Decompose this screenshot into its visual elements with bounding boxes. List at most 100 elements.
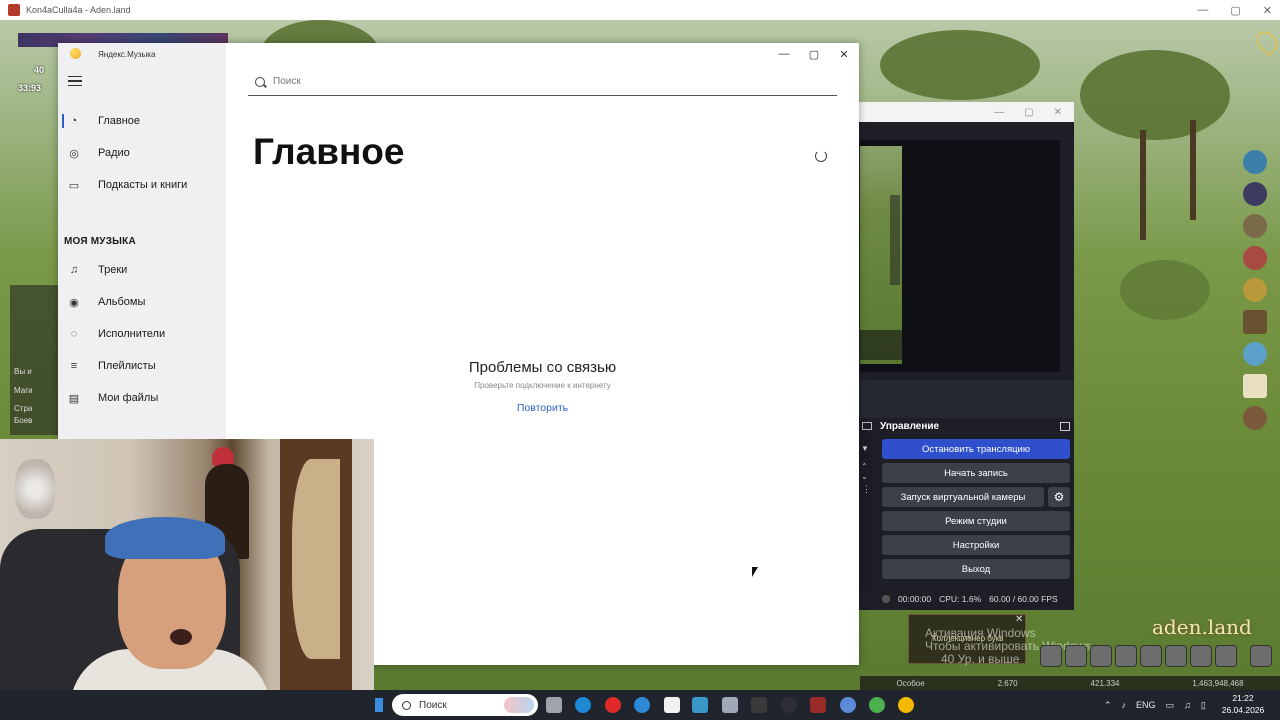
search-icon <box>255 76 265 87</box>
game-icon[interactable] <box>810 697 826 713</box>
close-icon[interactable]: ✕ <box>1015 614 1023 625</box>
gear-icon[interactable]: ⚙ <box>1048 487 1070 507</box>
skill-slot[interactable] <box>1140 645 1162 667</box>
obs-icon[interactable] <box>781 697 797 713</box>
task-view-icon[interactable] <box>546 697 562 713</box>
skill-slot[interactable] <box>1115 645 1137 667</box>
nav-item-podcasts[interactable]: ▭ Подкасты и книги <box>58 171 226 199</box>
app-icon[interactable] <box>722 697 738 713</box>
retry-link[interactable]: Повторить <box>58 402 859 414</box>
clock-time: 21:22 <box>1232 693 1254 703</box>
close-icon[interactable]: ✕ <box>829 43 859 65</box>
tree-trunk <box>1190 120 1196 220</box>
float-icon[interactable] <box>862 422 872 430</box>
game-status-bar: Особое 2.670 421.334 1,463,948,468 <box>860 676 1280 690</box>
skill-icon[interactable] <box>1243 150 1267 174</box>
record-dot-icon <box>882 595 890 603</box>
nav-item-tracks[interactable]: ♫ Треки <box>58 256 226 284</box>
scroll-icon[interactable] <box>1243 374 1267 398</box>
skill-icon[interactable] <box>1243 246 1267 270</box>
skill-slot[interactable] <box>1065 645 1087 667</box>
settings-button[interactable]: Настройки <box>882 535 1070 555</box>
tree-trunk <box>1140 130 1146 240</box>
start-button[interactable] <box>375 698 383 712</box>
game-launcher-icon[interactable] <box>751 697 767 713</box>
opera-icon[interactable] <box>605 697 621 713</box>
chevron-down-icon[interactable]: ▼ <box>861 444 869 453</box>
radio-icon: ◎ <box>69 147 79 160</box>
nav-item-main[interactable]: ◔ Главное <box>58 107 226 135</box>
taskbar-clock[interactable]: 21:22 26.04.2026 <box>1208 692 1278 716</box>
balloons-icon[interactable] <box>1243 342 1267 366</box>
nav-label: Альбомы <box>98 296 146 308</box>
skill-slot[interactable] <box>1040 645 1062 667</box>
chrome-icon[interactable] <box>869 697 885 713</box>
file-icon[interactable] <box>664 697 680 713</box>
system-tray: ⌃ ♪ ENG ▭ ♫ ▯ <box>1104 690 1206 720</box>
yandex-music-taskbar-icon[interactable] <box>898 697 914 713</box>
exit-button[interactable]: Выход <box>882 559 1070 579</box>
hamburger-menu-icon[interactable] <box>68 76 82 86</box>
nav-label: Исполнители <box>98 328 166 340</box>
close-icon[interactable]: ✕ <box>1263 4 1272 17</box>
maximize-icon[interactable]: ▢ <box>799 43 829 65</box>
refresh-icon[interactable] <box>815 150 827 162</box>
telegram-icon[interactable] <box>634 697 650 713</box>
battery-icon[interactable]: ▯ <box>1201 700 1206 711</box>
status-value: 2.670 <box>997 678 1018 688</box>
minimize-icon[interactable]: — <box>994 107 1004 118</box>
search-highlight-icon <box>504 697 534 713</box>
edge-icon[interactable] <box>575 697 591 713</box>
app-icon[interactable] <box>692 697 708 713</box>
compass-icon[interactable] <box>1243 406 1267 430</box>
trophy-icon[interactable] <box>1243 278 1267 302</box>
more-icon[interactable]: ⋮ <box>862 484 871 495</box>
skill-slot[interactable] <box>1215 645 1237 667</box>
record-time: 00:00:00 <box>898 594 932 604</box>
cpu-usage: CPU: 1.6% <box>939 594 982 604</box>
virtual-camera-button[interactable]: Запуск виртуальной камеры <box>882 487 1044 507</box>
language-indicator[interactable]: ENG <box>1136 700 1156 710</box>
game-window-titlebar: Kon4aCulla4a - Aden.land — ▢ ✕ <box>0 0 1280 20</box>
skill-slot[interactable] <box>1090 645 1112 667</box>
right-menu <box>1243 150 1269 438</box>
start-record-button[interactable]: Начать запись <box>882 463 1070 483</box>
float-icon[interactable] <box>1060 421 1070 431</box>
obs-toolbar-strip <box>858 380 1074 418</box>
skill-icon[interactable] <box>1243 214 1267 238</box>
search-bar[interactable] <box>248 68 837 96</box>
mouse-cursor <box>752 567 758 577</box>
skill-icon[interactable] <box>1243 182 1267 206</box>
skill-slot[interactable] <box>1190 645 1212 667</box>
status-value: 1,463,948,468 <box>1192 678 1244 688</box>
close-icon[interactable]: ✕ <box>1054 107 1062 118</box>
app-icon[interactable] <box>840 697 856 713</box>
maximize-icon[interactable]: ▢ <box>1230 4 1240 17</box>
search-input[interactable] <box>273 76 773 87</box>
maximize-icon[interactable]: ▢ <box>1024 107 1033 118</box>
album-icon: ◉ <box>69 296 79 309</box>
nav-item-artists[interactable]: ◌ Исполнители <box>58 320 226 348</box>
network-icon[interactable]: ▭ <box>1166 700 1175 711</box>
microphone-icon[interactable]: ♪ <box>1122 700 1127 710</box>
nav-label: Подкасты и книги <box>98 179 188 191</box>
skill-slot[interactable] <box>1165 645 1187 667</box>
chest-icon[interactable] <box>1243 310 1267 334</box>
studio-mode-button[interactable]: Режим студии <box>882 511 1070 531</box>
status-value: Особое <box>896 678 925 688</box>
nav-item-albums[interactable]: ◉ Альбомы <box>58 288 226 316</box>
error-title: Проблемы со связью <box>468 359 617 376</box>
minimize-icon[interactable]: — <box>769 43 799 65</box>
bush <box>1120 260 1210 320</box>
volume-icon[interactable]: ♫ <box>1184 700 1191 710</box>
nav-item-radio[interactable]: ◎ Радио <box>58 139 226 167</box>
retry-label[interactable]: Повторить <box>517 402 568 414</box>
chevron-up-icon[interactable]: ⌃ <box>1104 700 1112 711</box>
arrow-down-icon[interactable]: ⌄ <box>861 472 868 481</box>
menu-icon[interactable] <box>1250 645 1272 667</box>
taskbar-search[interactable]: Поиск <box>392 694 538 716</box>
arrow-up-icon[interactable]: ⌃ <box>861 462 868 471</box>
game-app-icon <box>8 4 20 16</box>
minimize-icon[interactable]: — <box>1197 4 1208 16</box>
stop-stream-button[interactable]: Остановить трансляцию <box>882 439 1070 459</box>
